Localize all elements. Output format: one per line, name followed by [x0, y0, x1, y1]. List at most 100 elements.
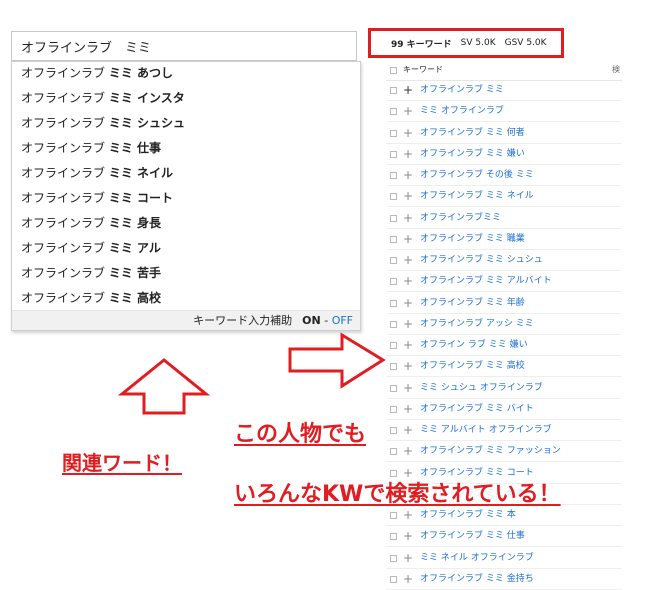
- suggestion-item[interactable]: オフラインラブ ミミ コート: [21, 188, 173, 208]
- add-keyword-icon[interactable]: +: [403, 82, 413, 98]
- keyword-link[interactable]: オフラインラブ ミミ 仕事: [420, 526, 525, 547]
- search-input[interactable]: [12, 32, 356, 60]
- add-keyword-icon[interactable]: +: [403, 103, 413, 119]
- add-keyword-icon[interactable]: +: [403, 252, 413, 268]
- row-checkbox[interactable]: [390, 87, 397, 94]
- row-checkbox[interactable]: [390, 193, 397, 201]
- add-keyword-icon[interactable]: +: [403, 337, 413, 353]
- keyword-count: 99 キーワード: [391, 39, 452, 50]
- row-checkbox[interactable]: [390, 299, 397, 307]
- add-keyword-icon[interactable]: +: [403, 550, 413, 566]
- add-keyword-icon[interactable]: +: [403, 571, 413, 587]
- keyword-link[interactable]: オフラインラブ ミミ アルバイト: [420, 271, 552, 292]
- row-checkbox[interactable]: [390, 129, 397, 137]
- keyword-link[interactable]: ミミ シュシュ オフラインラブ: [420, 378, 543, 399]
- add-keyword-icon[interactable]: +: [403, 358, 413, 374]
- keyword-link[interactable]: オフラインラブ ミミ: [420, 80, 504, 101]
- suggestion-prefix: オフラインラブ: [21, 91, 109, 105]
- suggestion-item[interactable]: オフラインラブ ミミ 苦手: [21, 263, 161, 283]
- row-checkbox[interactable]: [390, 427, 397, 434]
- row-checkbox[interactable]: [390, 533, 397, 541]
- keyword-link[interactable]: オフラインラブ ミミ シュシュ: [420, 250, 543, 271]
- keyword-stats-header: 99 キーワード SV 5.0K GSV 5.0K: [368, 28, 564, 58]
- keyword-link[interactable]: ミミ アルバイト オフラインラブ: [420, 420, 552, 441]
- assist-on-toggle[interactable]: ON: [302, 314, 321, 327]
- keyword-column-header: キーワード 検: [386, 60, 622, 81]
- search-volume: SV 5.0K: [460, 38, 496, 48]
- keyword-link[interactable]: オフラインラブ ミミ バイト: [420, 399, 534, 420]
- row-checkbox[interactable]: [390, 342, 397, 349]
- search-column-label: 検: [612, 65, 620, 74]
- row-checkbox[interactable]: [390, 320, 397, 328]
- add-keyword-icon[interactable]: +: [403, 401, 413, 417]
- add-keyword-icon[interactable]: +: [403, 380, 413, 396]
- suggestion-item[interactable]: オフラインラブ ミミ 身長: [21, 213, 161, 233]
- add-keyword-icon[interactable]: +: [403, 422, 413, 438]
- row-checkbox[interactable]: [390, 150, 397, 158]
- keyword-link[interactable]: ミミ ネイル オフラインラブ: [420, 548, 534, 569]
- add-keyword-icon[interactable]: +: [403, 125, 413, 141]
- suggestion-item[interactable]: オフラインラブ ミミ アル: [21, 238, 161, 258]
- row-checkbox[interactable]: [390, 575, 397, 583]
- keyword-row: + オフラインラブ ミミ コート: [386, 463, 622, 484]
- add-keyword-icon[interactable]: +: [403, 528, 413, 544]
- row-checkbox[interactable]: [390, 554, 397, 562]
- row-checkbox[interactable]: [390, 469, 397, 477]
- keyword-link[interactable]: オフラインラブ ミミ ファッション: [420, 441, 561, 462]
- keyword-link[interactable]: オフライン ラブ ミミ 嫌い: [420, 335, 528, 356]
- add-keyword-icon[interactable]: +: [403, 316, 413, 332]
- suggestion-item[interactable]: オフラインラブ ミミ あつし: [21, 63, 173, 83]
- keyword-row: + ミミ シュシュ オフラインラブ: [386, 378, 622, 399]
- row-checkbox[interactable]: [390, 235, 397, 243]
- keyword-link[interactable]: オフラインラブ ミミ 年齢: [420, 293, 525, 314]
- add-keyword-icon[interactable]: +: [403, 167, 413, 183]
- keyword-row: + オフラインラブ ミミ 本: [386, 505, 622, 526]
- select-all-checkbox[interactable]: [390, 67, 397, 74]
- row-checkbox[interactable]: [390, 448, 397, 456]
- keyword-row: + ミミ アルバイト オフラインラブ: [386, 420, 622, 441]
- suggestion-item[interactable]: オフラインラブ ミミ 高校: [21, 288, 161, 308]
- add-keyword-icon[interactable]: +: [403, 295, 413, 311]
- add-keyword-icon[interactable]: +: [403, 443, 413, 459]
- keyword-link[interactable]: オフラインラブ アッシ ミミ: [420, 314, 534, 335]
- row-checkbox[interactable]: [390, 363, 397, 371]
- row-checkbox[interactable]: [390, 172, 397, 179]
- row-checkbox[interactable]: [390, 214, 397, 222]
- keyword-link[interactable]: オフラインラブ ミミ 本: [420, 505, 516, 526]
- suggestion-item[interactable]: オフラインラブ ミミ インスタ: [21, 88, 185, 108]
- keyword-link[interactable]: オフラインラブ ミミ 高校: [420, 356, 525, 377]
- keyword-link[interactable]: オフラインラブ その後 ミミ: [420, 165, 534, 186]
- keyword-row: + オフライン ラブ ミミ 嫌い: [386, 335, 622, 356]
- keyword-link[interactable]: オフラインラブ ミミ コート: [420, 463, 534, 484]
- suggestion-item[interactable]: オフラインラブ ミミ シュシュ: [21, 113, 185, 133]
- suggestion-prefix: オフラインラブ: [21, 291, 109, 305]
- suggestion-highlight: ミミ 苦手: [108, 266, 162, 280]
- row-checkbox[interactable]: [390, 512, 397, 519]
- this-person-annotation: この人物でも: [234, 422, 367, 447]
- suggestion-highlight: ミミ あつし: [108, 66, 174, 80]
- add-keyword-icon[interactable]: +: [403, 188, 413, 204]
- keyword-link[interactable]: オフラインラブミミ: [420, 208, 501, 229]
- suggestion-highlight: ミミ インスタ: [108, 91, 185, 105]
- add-keyword-icon[interactable]: +: [403, 273, 413, 289]
- row-checkbox[interactable]: [390, 108, 397, 116]
- keyword-link[interactable]: ミミ オフラインラブ: [420, 101, 504, 122]
- keyword-link[interactable]: オフラインラブ ミミ 嫌い: [420, 144, 525, 165]
- search-box[interactable]: [11, 31, 357, 61]
- keyword-link[interactable]: オフラインラブ ミミ ネイル: [420, 186, 534, 207]
- assist-off-toggle[interactable]: OFF: [332, 314, 353, 327]
- row-checkbox[interactable]: [390, 278, 397, 286]
- add-keyword-icon[interactable]: +: [403, 231, 413, 247]
- add-keyword-icon[interactable]: +: [403, 465, 413, 481]
- row-checkbox[interactable]: [390, 384, 397, 392]
- suggestion-item[interactable]: オフラインラブ ミミ ネイル: [21, 163, 173, 183]
- add-keyword-icon[interactable]: +: [403, 210, 413, 226]
- keyword-link[interactable]: オフラインラブ ミミ 職業: [420, 229, 525, 250]
- suggestion-item[interactable]: オフラインラブ ミミ 仕事: [21, 138, 161, 158]
- row-checkbox[interactable]: [390, 405, 397, 413]
- keyword-link[interactable]: オフラインラブ ミミ 何者: [420, 123, 525, 144]
- add-keyword-icon[interactable]: +: [403, 507, 413, 523]
- row-checkbox[interactable]: [390, 257, 397, 264]
- add-keyword-icon[interactable]: +: [403, 146, 413, 162]
- keyword-column-label: キーワード: [403, 65, 443, 74]
